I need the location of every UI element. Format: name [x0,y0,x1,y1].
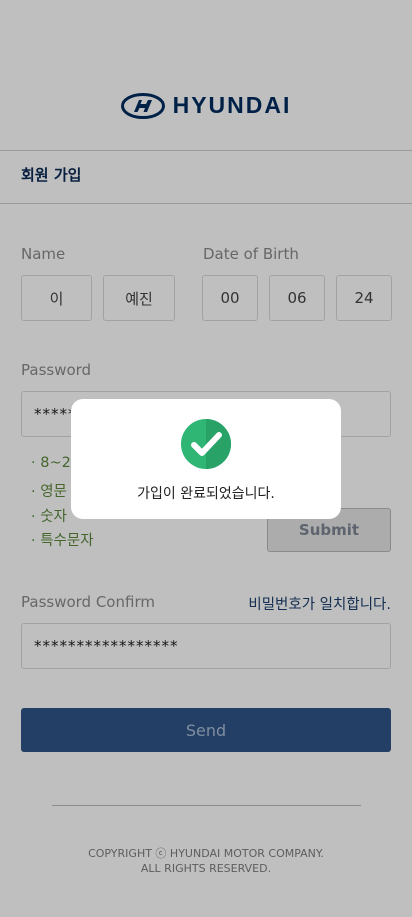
check-circle-icon [181,419,231,469]
signup-complete-dialog[interactable]: 가입이 완료되었습니다. [71,399,341,519]
modal-message: 가입이 완료되었습니다. [137,486,275,502]
